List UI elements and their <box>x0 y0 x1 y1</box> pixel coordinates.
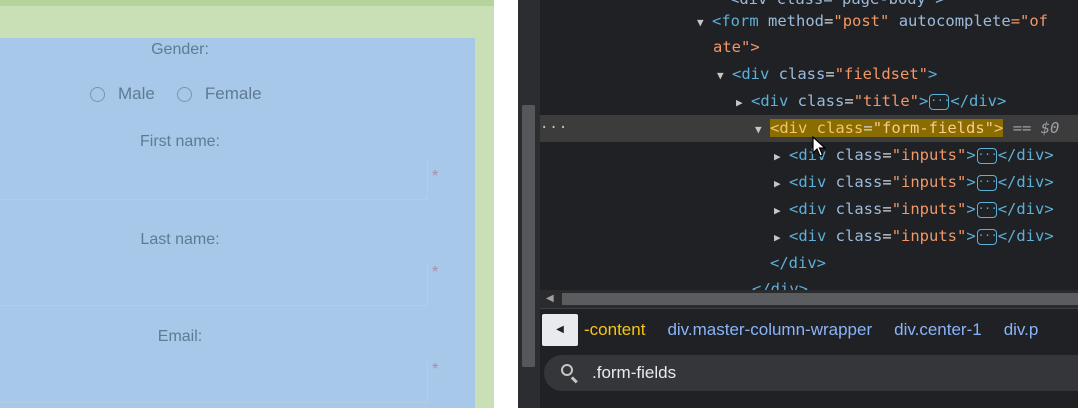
dom-attr-value: ="of <box>1010 12 1049 30</box>
last-name-required-mark: * <box>432 264 439 281</box>
search-input[interactable] <box>592 363 1072 383</box>
dom-attr-value: "form-fields" <box>872 119 995 137</box>
collapse-triangle-icon[interactable]: ▶ <box>774 224 789 251</box>
dom-node-form[interactable]: ▼ <form method="post" autocomplete="of <box>540 8 1078 35</box>
dom-tree: <div class="page-body"> ▼<form method="p… <box>540 0 1078 290</box>
page-preview: Gender: Male Female First name: * Last n… <box>0 0 494 408</box>
dom-close-tag: </div> <box>997 200 1054 218</box>
dom-node-inputs-2[interactable]: ▶ <div class="inputs"> ···</div> <box>540 169 1078 196</box>
dom-attr-name: class <box>797 92 845 110</box>
dom-attr-value: "inputs" <box>891 146 967 164</box>
last-name-input[interactable] <box>0 264 428 306</box>
gender-radio-group: Male Female <box>90 84 284 104</box>
dom-tag: <div <box>751 92 789 110</box>
ellipsis-icon[interactable]: ··· <box>976 174 998 191</box>
dom-node-fieldset[interactable]: ▼ <div class="fieldset"> <box>540 61 1078 88</box>
search-icon <box>560 363 580 384</box>
dom-tag: <form <box>712 12 759 30</box>
first-name-label: First name: <box>139 133 220 150</box>
collapse-triangle-icon[interactable]: ▶ <box>774 143 789 170</box>
dom-node-fieldset-close-partial: </div> <box>540 276 1078 290</box>
breadcrumb-item-master-column-wrapper[interactable]: div.master-column-wrapper <box>667 320 872 340</box>
horizontal-scrollbar[interactable]: ◀ <box>540 290 1078 308</box>
dom-attr-name: autocomplete <box>898 12 1011 30</box>
form-fields-highlight: Gender: Male Female First name: * Last n… <box>0 38 475 408</box>
dom-attr-value: "inputs" <box>891 173 967 191</box>
breadcrumb: ◀ -content div.master-column-wrapper div… <box>540 308 1078 350</box>
dom-tag: <div <box>732 65 770 83</box>
dom-close-tag: </div> <box>997 146 1054 164</box>
breadcrumb-item-page[interactable]: div.p <box>1004 320 1039 340</box>
dom-tag: <div <box>789 173 827 191</box>
email-label: Email: <box>157 328 203 345</box>
first-name-required-mark: * <box>432 168 439 185</box>
dom-close-tag: </div> <box>752 280 808 290</box>
breadcrumb-item-center-1[interactable]: div.center-1 <box>894 320 982 340</box>
dom-attr-name: class <box>835 200 883 218</box>
panel-divider <box>494 0 518 408</box>
email-required-mark: * <box>432 361 439 378</box>
dom-attr-name: class <box>778 65 826 83</box>
dom-attr-name: method <box>768 12 825 30</box>
dom-node-inputs-1[interactable]: ▶ <div class="inputs"> ···</div> <box>540 142 1078 169</box>
expand-triangle-icon[interactable]: ▼ <box>755 116 770 143</box>
collapse-triangle-icon[interactable]: ▶ <box>774 170 789 197</box>
vertical-scrollbar-thumb[interactable] <box>522 105 535 367</box>
ellipsis-icon[interactable]: ··· <box>976 228 998 245</box>
expand-triangle-icon[interactable]: ▼ <box>717 62 732 89</box>
gender-male-radio[interactable] <box>90 86 105 102</box>
collapse-triangle-icon[interactable]: ▶ <box>774 197 789 224</box>
ellipsis-icon[interactable]: ··· <box>976 147 998 164</box>
expand-triangle-icon[interactable]: ▼ <box>697 9 712 36</box>
dom-attr-name: class <box>816 119 864 137</box>
scroll-left-arrow-icon[interactable]: ◀ <box>546 290 554 308</box>
ellipsis-icon[interactable]: ··· <box>929 93 950 110</box>
search-field[interactable] <box>544 355 1078 391</box>
dom-node-form-wrap: ate"> <box>540 34 1078 61</box>
gender-male-label[interactable]: Male <box>118 84 155 104</box>
breadcrumb-scroll-left-button[interactable]: ◀ <box>542 313 578 346</box>
dom-tag: <div <box>770 119 808 137</box>
dom-attr-value: "inputs" <box>891 200 967 218</box>
collapse-triangle-icon[interactable]: ▶ <box>736 89 751 116</box>
dom-attr-value-wrap: ate"> <box>713 38 760 56</box>
dom-node-inputs-3[interactable]: ▶ <div class="inputs"> ···</div> <box>540 196 1078 223</box>
dom-attr-name: class <box>835 173 883 191</box>
dom-attr-name: class <box>835 146 883 164</box>
gender-label: Gender: <box>151 41 209 58</box>
dom-search-bar <box>540 350 1078 408</box>
dom-node-title[interactable]: ▶ <div class="title"> ···</div> <box>540 88 1078 115</box>
row-actions-dots-icon[interactable]: ··· <box>540 115 567 142</box>
dom-attr-value: "title" <box>853 92 920 110</box>
dom-close-tag: </div> <box>770 254 826 272</box>
dom-attr-value: "inputs" <box>891 227 967 245</box>
dom-attr-name: class <box>835 227 883 245</box>
vertical-scrollbar[interactable] <box>518 0 540 408</box>
dom-node-form-fields-selected[interactable]: ▼ <div class="form-fields"> == $0 <box>540 115 1078 142</box>
dom-close-tag: </div> <box>997 173 1054 191</box>
first-name-input[interactable] <box>0 158 428 200</box>
dom-tag: <div <box>789 200 827 218</box>
dom-close-tag: </div> <box>997 227 1054 245</box>
dom-attr-value: "fieldset" <box>834 65 929 83</box>
selected-node-ref: == $0 <box>1012 119 1060 137</box>
dom-attr-value: "post" <box>833 12 890 30</box>
gender-female-label[interactable]: Female <box>205 84 262 104</box>
dom-close-tag: </div> <box>950 92 1007 110</box>
page-body-margin-strip <box>0 0 494 6</box>
mouse-cursor-icon <box>812 136 827 157</box>
breadcrumb-item-content[interactable]: -content <box>584 320 645 340</box>
selected-node-highlight: <div class="form-fields"> <box>770 119 1004 137</box>
email-input[interactable] <box>0 361 428 403</box>
devtools-elements-panel: <div class="page-body"> ▼<form method="p… <box>518 0 1078 408</box>
dom-tag: <div <box>789 227 827 245</box>
ellipsis-icon[interactable]: ··· <box>976 201 998 218</box>
dom-node-inputs-4[interactable]: ▶ <div class="inputs"> ···</div> <box>540 223 1078 250</box>
last-name-label: Last name: <box>140 231 220 248</box>
horizontal-scrollbar-thumb[interactable] <box>562 293 1078 305</box>
gender-female-radio[interactable] <box>176 86 192 102</box>
dom-node-page-body-text: <div class="page-body"> <box>730 0 945 8</box>
dom-node-form-fields-close[interactable]: </div> <box>540 250 1078 277</box>
